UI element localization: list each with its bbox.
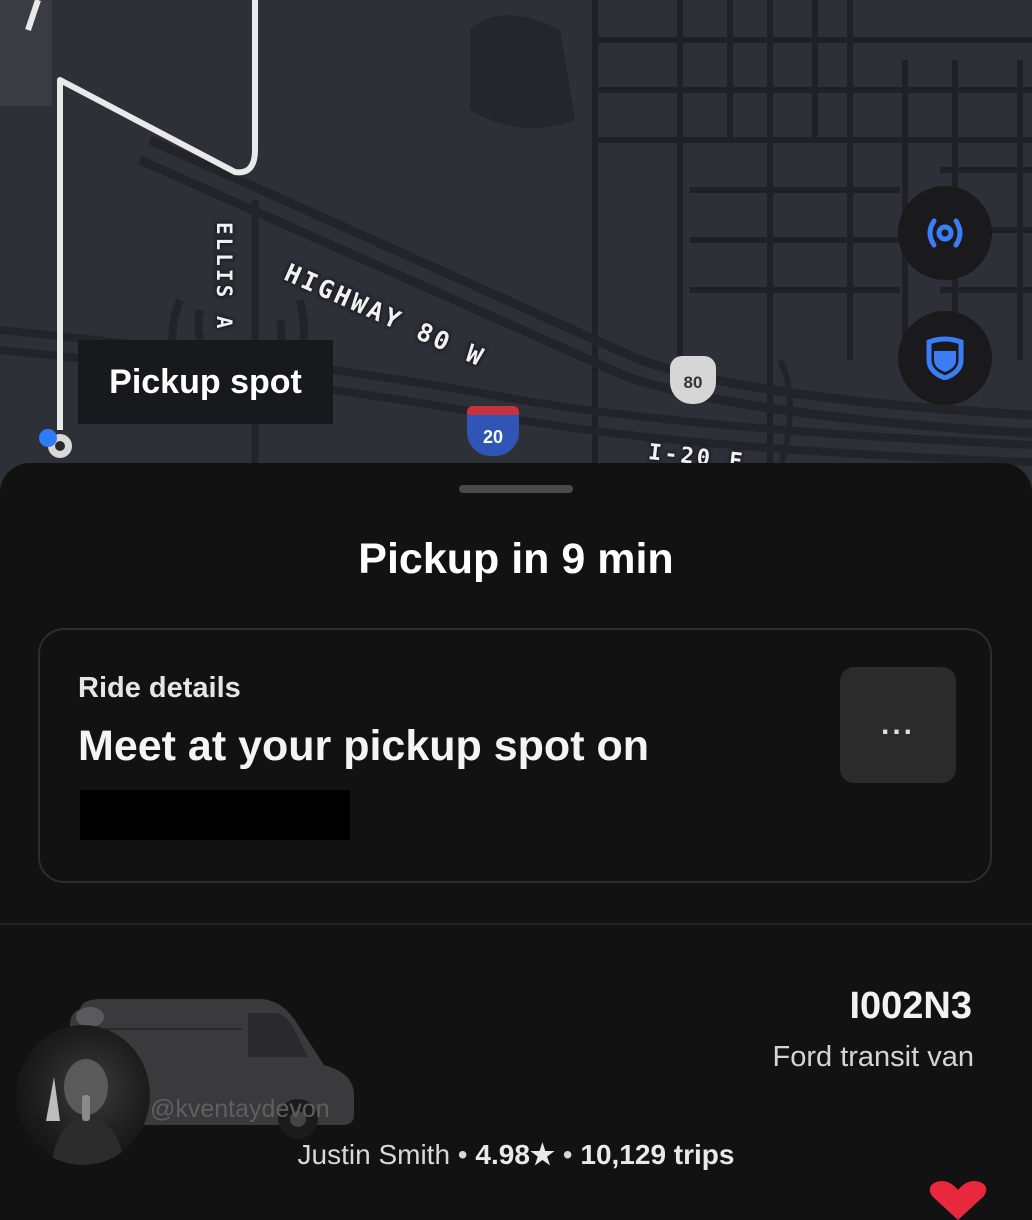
driver-trips: 10,129 trips <box>580 1139 735 1170</box>
sheet-drag-handle[interactable] <box>459 485 573 493</box>
image-watermark: @kventaydevon <box>150 1095 330 1123</box>
location-broadcast-button[interactable] <box>898 186 992 280</box>
heart-icon[interactable] <box>926 1180 990 1220</box>
street-label: ELLIS A <box>212 222 236 332</box>
separator: • <box>457 1139 468 1170</box>
more-options-button[interactable]: ... <box>840 667 956 783</box>
ride-details-card[interactable]: Ride details Meet at your pickup spot on… <box>38 628 992 883</box>
divider <box>0 923 1032 925</box>
radar-icon <box>927 218 963 248</box>
trip-sheet: Pickup in 9 min Ride details Meet at you… <box>0 463 1032 1200</box>
interstate-shield: 20 <box>467 406 519 456</box>
pickup-pin-icon <box>39 429 72 458</box>
safety-button[interactable] <box>898 311 992 405</box>
vehicle-model: Ford transit van <box>772 1041 974 1073</box>
driver-rating: 4.98★ <box>475 1139 555 1170</box>
driver-name: Justin Smith <box>297 1139 451 1170</box>
driver-info[interactable]: Justin Smith • 4.98★ • 10,129 trips <box>0 1138 1032 1171</box>
license-plate: I002N3 <box>849 985 972 1027</box>
pickup-spot-tag: Pickup spot <box>78 340 333 424</box>
shield-icon <box>926 336 964 380</box>
ride-details-text: Meet at your pickup spot on <box>78 722 649 770</box>
separator: • <box>562 1139 573 1170</box>
pickup-eta-title: Pickup in 9 min <box>358 535 674 583</box>
redacted-address <box>80 790 350 840</box>
more-icon: ... <box>880 708 915 741</box>
ride-details-label: Ride details <box>78 672 241 704</box>
us-route-shield: 80 <box>670 356 716 404</box>
map-view[interactable]: HIGHWAY 80 W ELLIS A I-20 E 80 20 Pickup… <box>0 0 1032 520</box>
